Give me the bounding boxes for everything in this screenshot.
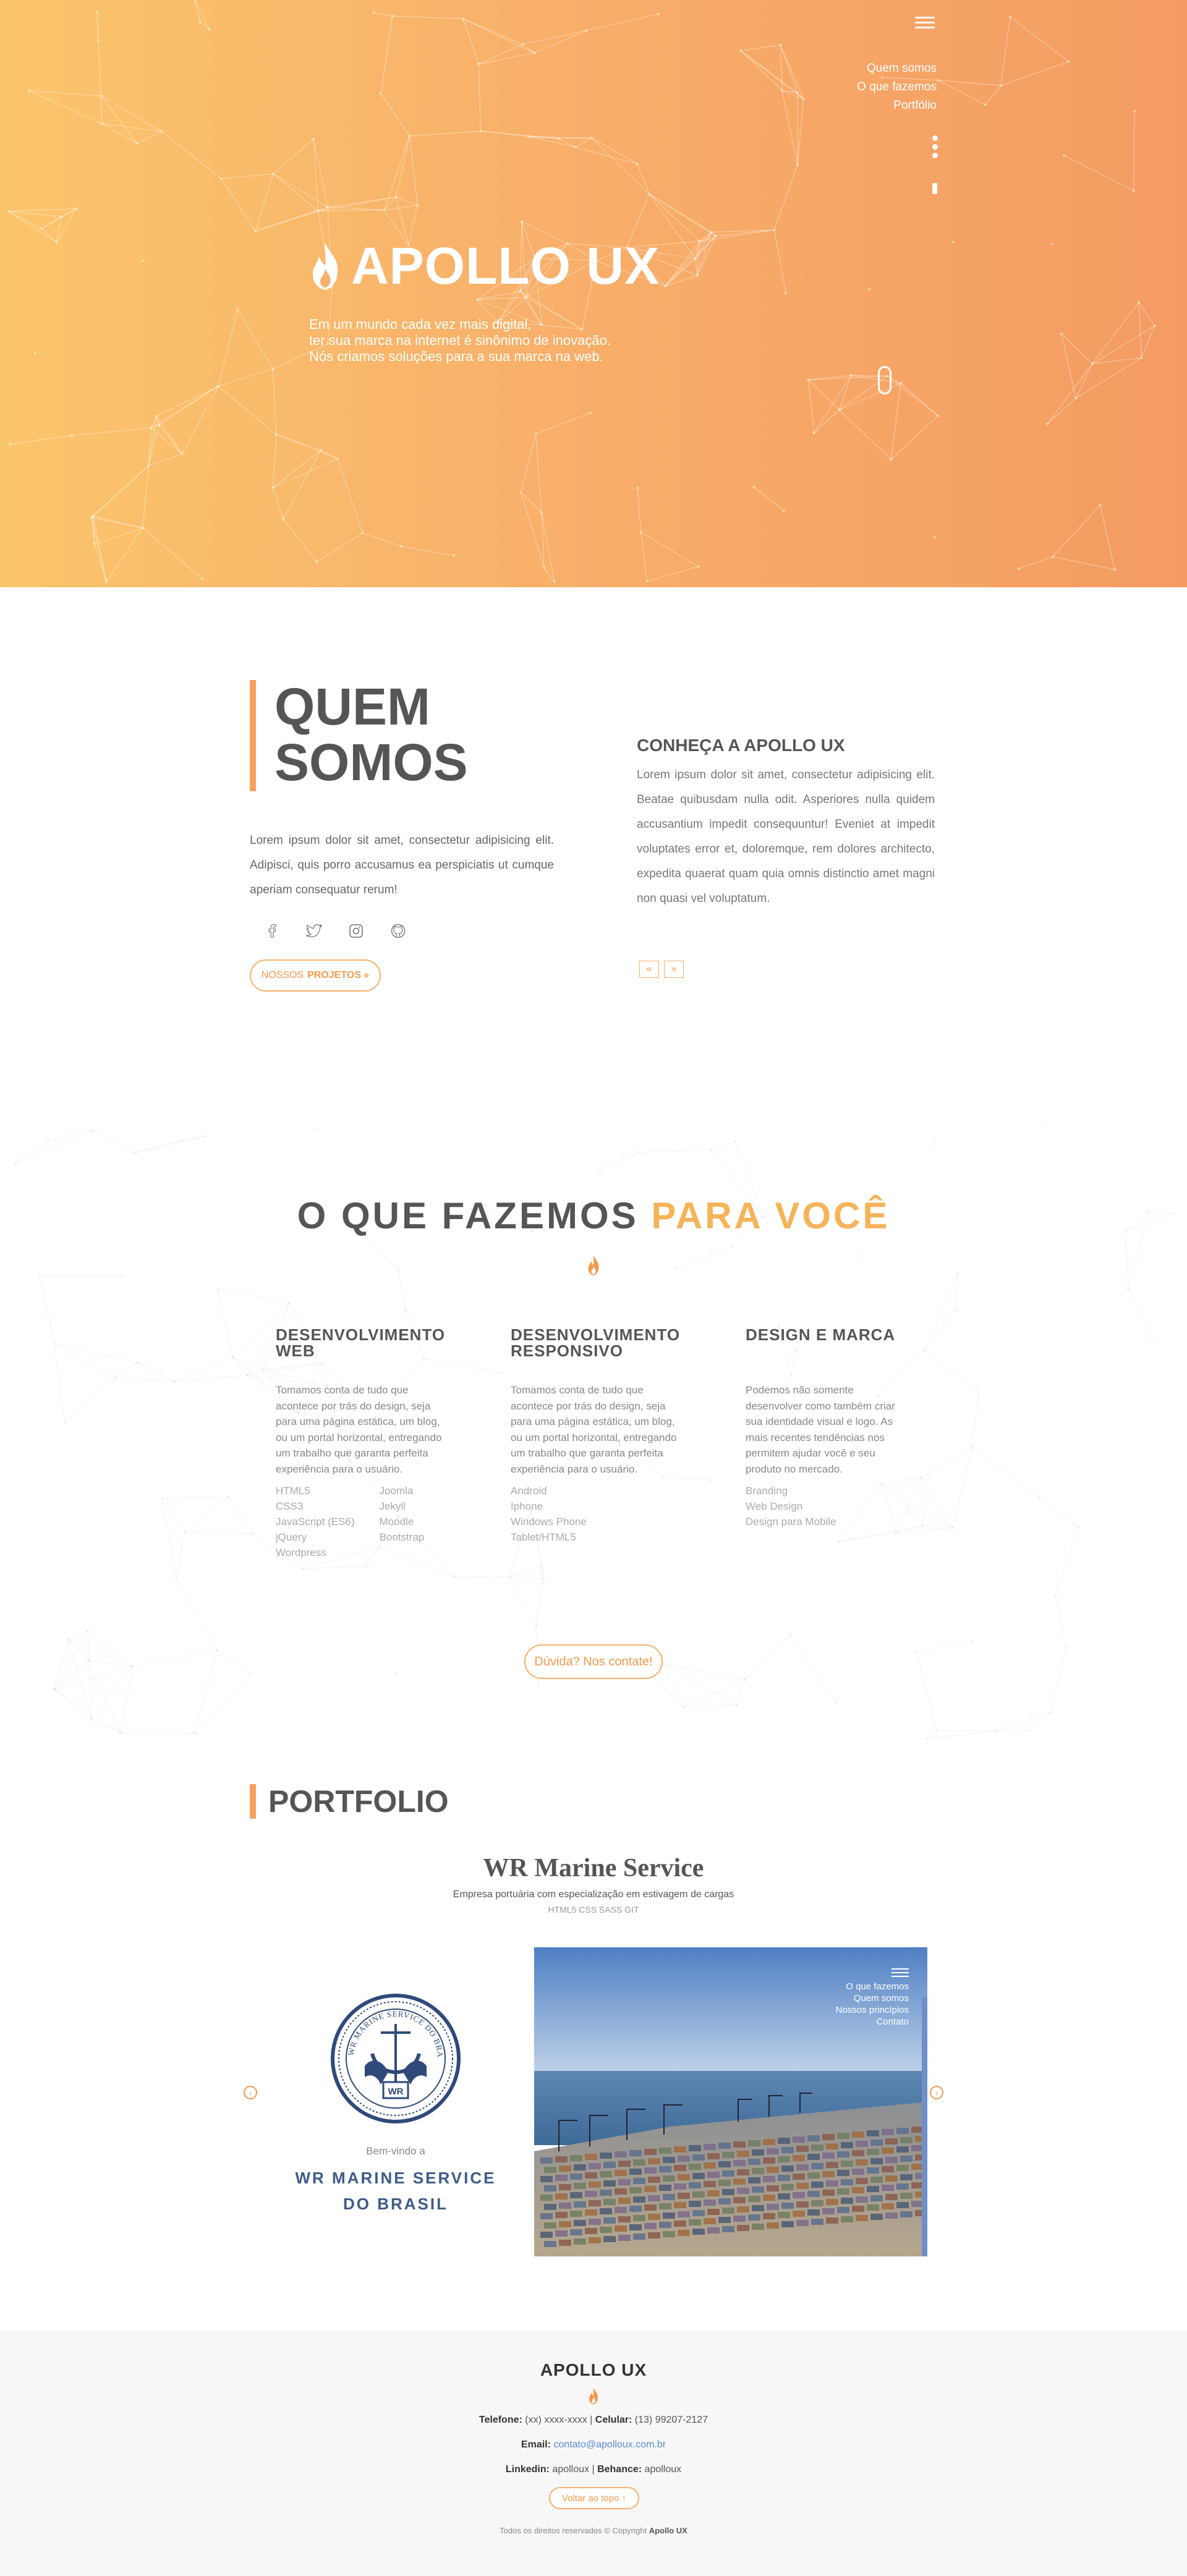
service-text: Tomamos conta de tudo que acontece por t… (276, 1384, 442, 1475)
list-item: Moodle (379, 1516, 414, 1528)
scroll-mouse-icon[interactable] (878, 366, 891, 394)
about-text: Lorem ipsum dolor sit amet, consectetur … (250, 834, 554, 896)
welcome-text: Bem-vindo a (366, 2145, 425, 2157)
list-item: Tablet/HTML5 (511, 1531, 576, 1543)
services-title: O QUE FAZEMOS PARA VOCÊ (297, 1195, 890, 1236)
menu-icon (891, 1968, 909, 1977)
shot-nav-item: Nossos princípios (835, 2005, 909, 2015)
service-heading: DESENVOLVIMENTO WEB (276, 1325, 446, 1360)
svg-text:WR: WR (388, 2086, 404, 2097)
nav-o-que-fazemos[interactable]: O que fazemos (857, 78, 937, 96)
about-subtitle: CONHEÇA A APOLLO UX (637, 736, 845, 755)
list-item: Bootstrap (379, 1531, 425, 1543)
portfolio-title: PORTFOLIO (268, 1784, 449, 1819)
list-item: Design para Mobile (746, 1516, 836, 1528)
back-to-top-button[interactable]: Voltar ao topo ↑ (549, 2487, 639, 2509)
project-description: Empresa portuária com especialização em … (453, 1889, 734, 1900)
footer-title: APOLLO UX (540, 2360, 647, 2379)
screenshot-nav: O que fazemos Quem somos Nossos princípi… (836, 1966, 909, 2028)
list-item: CSS3 (276, 1500, 304, 1512)
email-link[interactable]: contato@apolloux.com.br (553, 2439, 666, 2450)
hero-line: ter sua marca na internet é sinônimo de … (309, 333, 611, 348)
screenshot-scrollbar (922, 1997, 927, 2256)
nav-quem-somos[interactable]: Quem somos (857, 59, 937, 78)
project-tags: HTML5 CSS SASS GIT (548, 1905, 639, 1915)
list-item: HTML5 (276, 1485, 310, 1497)
list-item: Wordpress (276, 1547, 326, 1558)
next-button[interactable]: » (664, 961, 684, 978)
list-item: Android (511, 1485, 547, 1497)
wr-marine-seal-logo: WR MARINE SERVICE DO BRASIL WR (329, 1992, 461, 2123)
list-item: Web Design (746, 1500, 803, 1512)
service-heading: DESIGN E MARCA (746, 1325, 896, 1344)
projects-button[interactable]: NOSSOS PROJETOS » (250, 959, 381, 992)
service-text: Podemos não somente desenvolver como tam… (746, 1384, 895, 1475)
service-text: Tomamos conta de tudo que acontece por t… (511, 1384, 677, 1475)
hero-description: Em um mundo cada vez mais digital, ter s… (309, 317, 611, 365)
flame-icon (589, 2387, 598, 2405)
list-item: Branding (746, 1485, 788, 1497)
twitter-icon[interactable] (304, 921, 324, 941)
top-nav: Quem somos O que fazemos Portfólio (857, 59, 937, 115)
footer-email: Email: contato@apolloux.com.br (521, 2439, 666, 2450)
about-title: QUEM SOMOS (274, 678, 468, 791)
shot-nav-item: Quem somos (853, 1993, 909, 2004)
accent-bar (250, 680, 256, 791)
service-column-design: DESIGN E MARCA Podemos não somente desen… (746, 1327, 913, 1529)
hero-title: APOLLO UX (351, 237, 660, 295)
project-name: WR Marine Service (483, 1854, 704, 1882)
scroll-indicator (932, 183, 937, 194)
prev-button[interactable]: « (639, 961, 659, 978)
footer-socials: Linkedin: apolloux | Behance: apolloux (505, 2464, 682, 2475)
hero-line: Nós criamos soluções para a sua marca na… (309, 349, 603, 364)
list-item: Iphone (511, 1500, 543, 1512)
list-item: Jekyll (379, 1500, 406, 1512)
flame-icon (313, 242, 338, 290)
carousel-prev-icon[interactable]: ‹ (244, 2086, 257, 2099)
hero-line: Em um mundo cada vez mais digital, (309, 317, 532, 332)
shot-nav-item: Contato (876, 2017, 909, 2027)
list-item: Windows Phone (511, 1516, 587, 1528)
about-right-text: Lorem ipsum dolor sit amet, consectetur … (637, 768, 935, 905)
service-tech-list: Android Iphone Windows Phone Tablet/HTML… (511, 1483, 678, 1545)
more-dots-icon[interactable] (932, 132, 938, 161)
about-pager: « » (639, 961, 684, 978)
service-heading: DESENVOLVIMENTO RESPONSIVO (511, 1325, 681, 1360)
service-tech-list: Branding Web Design Design para Mobile (746, 1483, 913, 1529)
service-column-web: DESENVOLVIMENTO WEB Tomamos conta de tud… (276, 1325, 446, 1560)
list-item: jQuery (276, 1531, 307, 1543)
nav-portfolio[interactable]: Portfólio (857, 96, 937, 115)
company-name: WR MARINE SERVICE DO BRASIL (295, 2169, 496, 2213)
facebook-icon[interactable] (262, 921, 282, 941)
menu-icon[interactable] (915, 14, 935, 31)
flame-icon (588, 1255, 599, 1276)
social-links (262, 921, 408, 941)
contact-button[interactable]: Dúvida? Nos contate! (524, 1644, 663, 1679)
footer-phones: Telefone: (xx) xxxx-xxxx | Celular: (13)… (479, 2415, 708, 2425)
copyright: Todos os direitos reservados © Copyright… (500, 2526, 687, 2535)
hero-section: Quem somos O que fazemos Portfólio APOLL… (0, 0, 1187, 587)
list-item: JavaScript (ES6) (276, 1516, 355, 1528)
instagram-icon[interactable] (346, 921, 366, 941)
carousel-next-icon[interactable]: › (930, 2086, 943, 2099)
hero-brand: APOLLO UX (308, 236, 660, 296)
service-column-responsive: DESENVOLVIMENTO RESPONSIVO Tomamos conta… (511, 1325, 681, 1545)
github-icon[interactable] (388, 921, 408, 941)
service-tech-list: HTML5 CSS3 JavaScript (ES6) jQuery Wordp… (276, 1483, 443, 1560)
shot-nav-item: O que fazemos (846, 1981, 909, 1992)
list-item: Joomla (379, 1485, 414, 1497)
accent-bar (250, 1784, 256, 1819)
project-screenshot[interactable]: O que fazemos Quem somos Nossos princípi… (534, 1947, 927, 2256)
